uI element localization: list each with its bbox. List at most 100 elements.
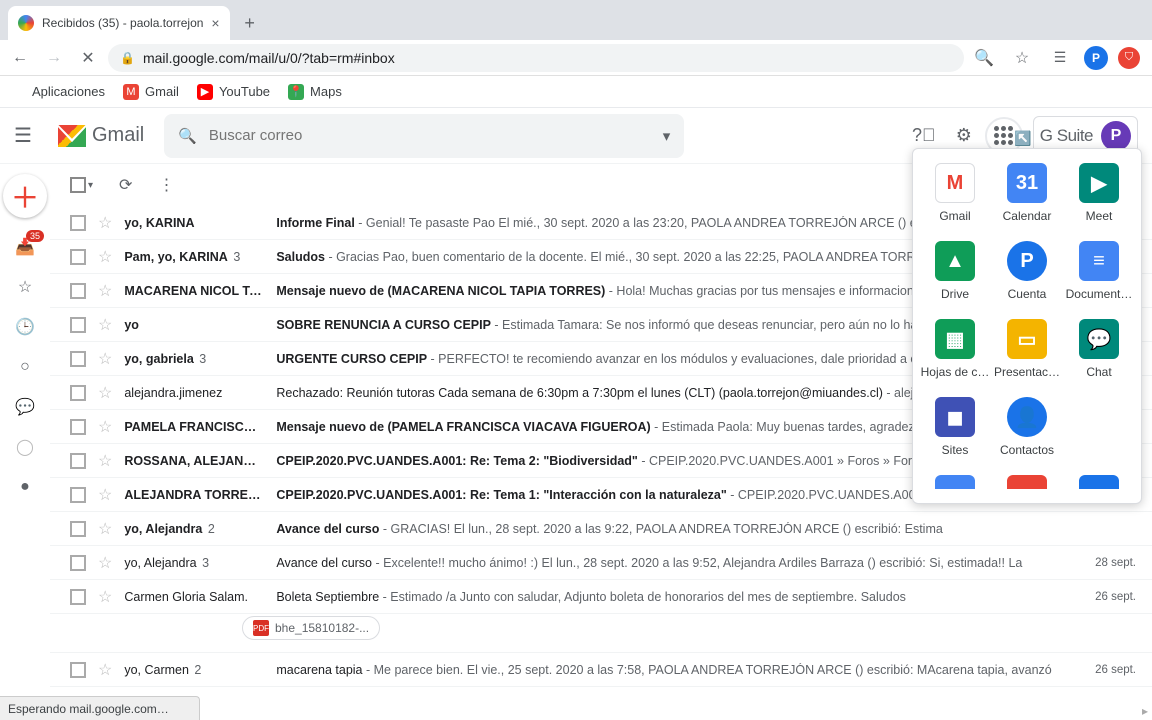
app-launcher-item[interactable]: PCuenta: [991, 241, 1063, 301]
app-launcher-item[interactable]: ▭Presentac…: [991, 319, 1063, 379]
gmail-m-icon: [58, 125, 86, 147]
star-icon[interactable]: ☆: [98, 660, 112, 680]
forward-button[interactable]: →: [40, 44, 68, 72]
browser-tab[interactable]: Recibidos (35) - paola.torrejon ×: [8, 6, 230, 40]
bookmark-gmail[interactable]: M Gmail: [123, 84, 179, 100]
row-checkbox[interactable]: [70, 453, 86, 469]
gmail-logo[interactable]: Gmail: [58, 124, 144, 147]
stop-reload-button[interactable]: ✕: [74, 44, 102, 72]
row-checkbox[interactable]: [70, 317, 86, 333]
gsuite-label: G Suite: [1040, 126, 1093, 146]
row-checkbox[interactable]: [70, 487, 86, 503]
row-date: 28 sept.: [1076, 557, 1136, 569]
inbox-nav-icon[interactable]: 📥35: [14, 236, 36, 258]
app-launcher-item[interactable]: 31Calendar: [991, 163, 1063, 223]
search-input[interactable]: [209, 127, 651, 144]
more-button[interactable]: ⋮: [158, 175, 174, 195]
row-checkbox[interactable]: [70, 283, 86, 299]
bookmark-youtube[interactable]: ▶ YouTube: [197, 84, 270, 100]
app-launcher-item[interactable]: ▶Meet: [1063, 163, 1135, 223]
mail-row[interactable]: ☆yo, Alejandra 2Avance del curso - GRACI…: [50, 512, 1152, 546]
bookmark-maps[interactable]: 📍 Maps: [288, 84, 342, 100]
app-icon: ▦: [935, 319, 975, 359]
subject-snippet: macarena tapia - Me parece bien. El vie.…: [276, 663, 1064, 677]
star-icon[interactable]: ☆: [98, 349, 112, 369]
scroll-hint-icon[interactable]: ▸: [1142, 704, 1148, 718]
star-icon[interactable]: ☆: [98, 587, 112, 607]
app-launcher-item[interactable]: ▦ Hojas de c…: [919, 319, 991, 379]
starred-nav-icon[interactable]: ☆: [14, 276, 36, 298]
extension-icon[interactable]: ⛉: [1118, 47, 1140, 69]
sender: ROSSANA, ALEJANDRA 2: [124, 454, 264, 468]
star-icon[interactable]: ☆: [98, 213, 112, 233]
row-checkbox[interactable]: [70, 521, 86, 537]
app-launcher-item[interactable]: 💬Chat: [1063, 319, 1135, 379]
settings-gear-icon[interactable]: ⚙: [953, 125, 975, 147]
app-launcher-item[interactable]: 👤Contactos: [991, 397, 1063, 457]
main-menu-button[interactable]: ☰: [14, 123, 38, 148]
search-icon[interactable]: 🔍: [970, 44, 998, 72]
star-icon[interactable]: ☆: [98, 451, 112, 471]
app-icon: ▲: [935, 241, 975, 281]
row-checkbox[interactable]: [70, 419, 86, 435]
search-options-icon[interactable]: ▾: [663, 127, 671, 145]
row-checkbox[interactable]: [70, 215, 86, 231]
back-button[interactable]: ←: [6, 44, 34, 72]
app-launcher-item[interactable]: ◼Sites: [919, 397, 991, 457]
google-apps-popup[interactable]: MGmail31Calendar▶Meet ▲DrivePCuenta≡Docum…: [912, 148, 1142, 504]
mail-row[interactable]: ☆yo, Alejandra 3Avance del curso - Excel…: [50, 546, 1152, 580]
star-icon[interactable]: ☆: [98, 383, 112, 403]
mail-row[interactable]: ☆yo, Alejandra 3posibilidad de extender …: [50, 687, 1152, 696]
star-icon[interactable]: ☆: [98, 553, 112, 573]
meet-nav-icon[interactable]: ●: [14, 476, 36, 498]
row-checkbox[interactable]: [70, 662, 86, 678]
row-date: 26 sept.: [1076, 664, 1136, 676]
row-checkbox[interactable]: [70, 351, 86, 367]
refresh-button[interactable]: ⟳: [119, 175, 132, 195]
apps-shortcut[interactable]: Aplicaciones: [10, 84, 105, 100]
row-checkbox[interactable]: [70, 555, 86, 571]
search-bar[interactable]: 🔍 ▾: [164, 114, 684, 158]
select-all-checkbox[interactable]: [70, 177, 86, 193]
star-icon[interactable]: ☆: [1008, 44, 1036, 72]
unknown-nav-icon[interactable]: ◯: [14, 436, 36, 458]
account-avatar[interactable]: P: [1101, 121, 1131, 151]
star-icon[interactable]: ☆: [98, 519, 112, 539]
row-checkbox[interactable]: [70, 589, 86, 605]
app-icon: 31: [1007, 163, 1047, 203]
sender: yo, KARINA: [124, 216, 264, 230]
compose-button[interactable]: [3, 174, 47, 218]
hangouts-nav-icon[interactable]: ○: [14, 356, 36, 378]
support-icon[interactable]: ?⃝: [913, 125, 935, 147]
star-icon[interactable]: ☆: [98, 417, 112, 437]
mail-row[interactable]: ☆Carmen Gloria Salam.Boleta Septiembre -…: [50, 580, 1152, 614]
row-checkbox[interactable]: [70, 249, 86, 265]
address-bar[interactable]: 🔒 mail.google.com/mail/u/0/?tab=rm#inbox: [108, 44, 964, 72]
snoozed-nav-icon[interactable]: 🕒: [14, 316, 36, 338]
app-label: Contactos: [1000, 443, 1054, 457]
tab-close-icon[interactable]: ×: [211, 15, 219, 31]
tab-title: Recibidos (35) - paola.torrejon: [42, 16, 203, 30]
sender: PAMELA FRANCISCA VI.: [124, 420, 264, 434]
select-dropdown-icon[interactable]: ▾: [88, 180, 93, 191]
tab-favicon: [18, 15, 34, 31]
app-launcher-item[interactable]: ▲Drive: [919, 241, 991, 301]
google-apps-button[interactable]: [993, 125, 1015, 147]
row-checkbox[interactable]: [70, 385, 86, 401]
star-icon[interactable]: ☆: [98, 281, 112, 301]
star-icon[interactable]: ☆: [98, 485, 112, 505]
app-launcher-item[interactable]: MGmail: [919, 163, 991, 223]
status-text: Esperando mail.google.com…: [8, 702, 169, 716]
app-label: Chat: [1086, 365, 1111, 379]
select-all[interactable]: ▾: [70, 177, 93, 193]
star-icon[interactable]: ☆: [98, 247, 112, 267]
app-label: Hojas de c…: [921, 365, 990, 379]
mail-row[interactable]: ☆yo, Carmen 2macarena tapia - Me parece …: [50, 653, 1152, 687]
app-launcher-item[interactable]: ≡Document…: [1063, 241, 1135, 301]
chat-nav-icon[interactable]: 💬: [14, 396, 36, 418]
reading-list-icon[interactable]: ☰: [1046, 44, 1074, 72]
new-tab-button[interactable]: +: [236, 9, 264, 37]
profile-avatar[interactable]: P: [1084, 46, 1108, 70]
star-icon[interactable]: ☆: [98, 315, 112, 335]
attachment-chip[interactable]: PDFbhe_15810182-...: [242, 616, 380, 640]
